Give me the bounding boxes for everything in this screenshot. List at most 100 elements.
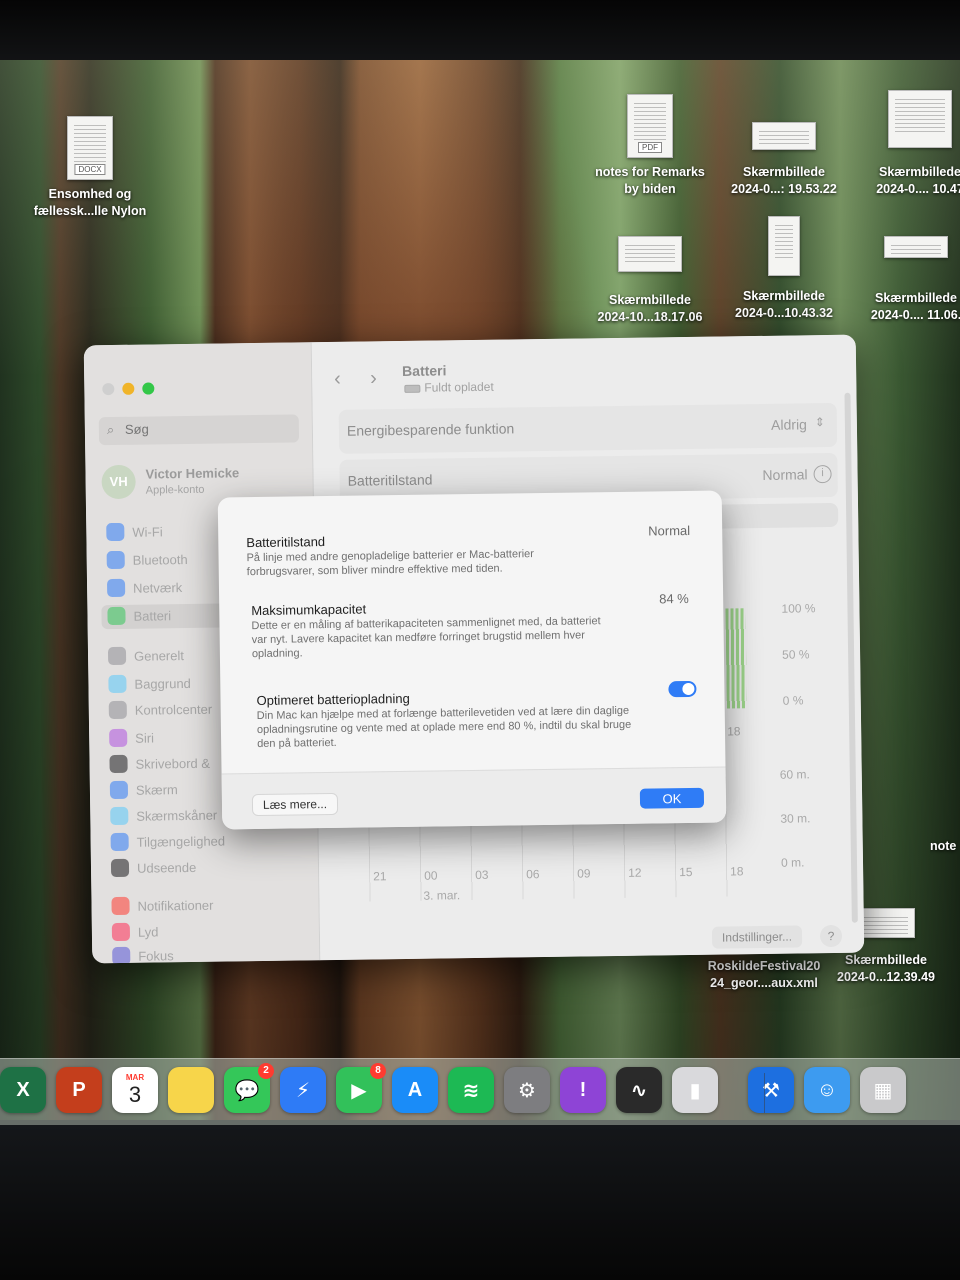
settings-category-icon — [108, 674, 127, 694]
scrollbar[interactable] — [844, 392, 858, 923]
sidebar-item-fokus[interactable]: Fokus — [112, 942, 312, 964]
app-glyph: 💬 — [234, 1079, 260, 1102]
info-icon[interactable]: i — [813, 464, 832, 484]
app-glyph: ∿ — [630, 1079, 648, 1102]
sidebar-item-label: Skærm — [135, 782, 178, 798]
minimize-window-button[interactable] — [122, 382, 135, 395]
settings-category-icon — [109, 780, 129, 800]
health-description: På linje med andre genopladelige batteri… — [246, 548, 535, 579]
sidebar-item-label: Kontrolcenter — [134, 701, 213, 718]
iphone-mirroring-dock-icon[interactable]: ▮ — [672, 1067, 718, 1113]
sidebar-item-lyd[interactable]: Lyd — [111, 918, 312, 945]
notification-badge: 2 — [258, 1063, 274, 1079]
capacity-value: 84 % — [659, 590, 689, 607]
app-glyph: ⚡ — [295, 1079, 311, 1102]
calendar-dock-icon[interactable]: MAR 3 — [112, 1067, 158, 1113]
chevron-right-icon[interactable]: › — [370, 367, 377, 390]
xcode-dock-icon[interactable]: ⚒ — [748, 1067, 794, 1113]
health-title: Batteritilstand — [246, 534, 326, 551]
battery-health-sheet: Batteritilstand Normal På linje med andr… — [217, 490, 727, 830]
sidebar-item-label: Generelt — [133, 648, 185, 664]
activity-monitor-dock-icon[interactable]: ∿ — [616, 1067, 662, 1113]
settings-category-icon — [106, 550, 125, 570]
sidebar-item-label: Bluetooth — [132, 551, 188, 568]
account-name: Victor Hemicke — [145, 465, 240, 482]
settings-category-icon — [107, 606, 126, 626]
desktop-file-pdf[interactable]: PDF notes for Remarks by biden — [580, 94, 720, 198]
finder-dock-icon[interactable]: ☺ — [804, 1067, 850, 1113]
image-thumbnail-icon — [618, 236, 682, 272]
x-tick-label: 12 — [628, 865, 642, 880]
zoom-window-button[interactable] — [142, 382, 155, 395]
facetime-dock-icon[interactable]: ▶ 8 — [336, 1063, 386, 1113]
settings-category-icon — [111, 896, 130, 916]
app-glyph: ▮ — [689, 1079, 701, 1102]
capacity-title: Maksimumkapacitet — [251, 601, 367, 619]
excel-dock-icon[interactable]: X — [0, 1067, 46, 1113]
feedback-dock-icon[interactable]: ! — [560, 1067, 606, 1113]
sidebar-item-tilgængelighed[interactable]: Tilgængelighed — [110, 828, 311, 855]
notes-dock-icon[interactable] — [168, 1067, 214, 1113]
dock: X P MAR 3 💬 2 ⚡ ▶ 8 A ≋ ⚙! ∿ ▮ ⚒ ☺ ▦ — [0, 1058, 960, 1130]
x-tick-label: 21 — [373, 869, 387, 884]
sidebar-search[interactable]: ⌕ — [98, 414, 300, 446]
optimized-charging-toggle[interactable] — [668, 680, 697, 698]
sidebar-item-notifikationer[interactable]: Notifikationer — [111, 892, 311, 919]
settings-category-icon — [106, 578, 126, 598]
health-value: Normal — [648, 522, 691, 539]
desktop-screenshot[interactable]: Skærmbillede 2024-0...10.43.32 — [714, 216, 854, 322]
desktop-screenshot[interactable]: Skærmbillede 2024-10...18.17.06 — [580, 236, 720, 326]
sidebar-item-label: Lyd — [137, 924, 159, 940]
desktop-screenshot[interactable]: Skærmbillede 2024-0...: 19.53.22 — [714, 112, 854, 198]
image-thumbnail-icon — [752, 122, 816, 150]
help-button[interactable]: ? — [819, 924, 843, 948]
settings-category-icon — [109, 754, 128, 774]
desktop-file-xml[interactable]: RoskildeFestival20 24_geor....aux.xml — [694, 958, 834, 992]
settings-category-icon — [111, 922, 131, 942]
sheet-footer: Læs mere... OK — [221, 766, 727, 830]
image-thumbnail-icon — [884, 236, 948, 258]
app-glyph: A — [407, 1078, 423, 1101]
x-tick-label: 06 — [526, 867, 540, 882]
spotify-dock-icon[interactable]: ≋ — [448, 1067, 494, 1113]
powerpoint-dock-icon[interactable]: P — [56, 1067, 102, 1113]
battery-options-button[interactable]: Indstillinger... — [711, 925, 803, 949]
settings-category-icon — [107, 646, 127, 666]
desktop-screenshot[interactable]: Skærmbillede 2024-0.... 10.47 — [850, 90, 960, 198]
settings-category-icon — [112, 946, 131, 964]
notification-badge: 8 — [370, 1063, 386, 1079]
capacity-description: Dette er en måling af batterikapaciteten… — [251, 615, 601, 661]
app-glyph: ! — [579, 1078, 587, 1101]
battery-level-bars — [725, 608, 747, 709]
ok-button[interactable]: OK — [639, 787, 705, 809]
sidebar-item-label: Skærmskåner — [136, 807, 218, 824]
desktop-screenshot[interactable]: Skærmbillede 2024-0.... 11.06. — [846, 236, 960, 324]
close-window-button[interactable] — [102, 382, 115, 396]
sidebar-item-udseende[interactable]: Udseende — [110, 854, 311, 881]
dock-divider — [764, 1073, 765, 1113]
x-tick-label: 00 — [424, 868, 438, 883]
monitor-bezel-bottom — [0, 1125, 960, 1280]
image-thumbnail-icon — [888, 90, 952, 148]
page-title: Batteri — [401, 362, 447, 379]
search-input[interactable] — [124, 419, 285, 437]
desktop-file-note[interactable]: note — [930, 838, 960, 855]
optimized-charging-description: Din Mac kan hjælpe med at forlænge batte… — [256, 704, 632, 751]
x-tick-label: 15 — [679, 864, 693, 880]
sidebar-item-label: Notifikationer — [137, 897, 214, 914]
settings-category-icon — [108, 700, 127, 720]
sidebar-item-label: Wi-Fi — [132, 524, 163, 540]
system-settings-dock-icon[interactable]: ⚙ — [504, 1067, 550, 1113]
messages-dock-icon[interactable]: 💬 2 — [224, 1063, 274, 1113]
optimized-charging-title: Optimeret batteriopladning — [256, 690, 410, 709]
chevron-up-down-icon: ⇕ — [814, 415, 825, 430]
preview-dock-icon[interactable]: ▦ — [860, 1067, 906, 1113]
learn-more-button[interactable]: Læs mere... — [251, 792, 339, 817]
low-power-select[interactable]: Aldrig — [771, 416, 807, 432]
desktop-file-docx[interactable]: DOCX Ensomhed og fællessk...lle Nylon — [20, 116, 160, 220]
messenger-dock-icon[interactable]: ⚡ — [280, 1067, 326, 1113]
app-glyph: X — [16, 1078, 30, 1101]
chevron-left-icon[interactable]: ‹ — [334, 368, 341, 391]
app-store-dock-icon[interactable]: A — [392, 1067, 438, 1113]
low-power-row[interactable]: Energibesparende funktion Aldrig ⇕ — [338, 402, 838, 454]
